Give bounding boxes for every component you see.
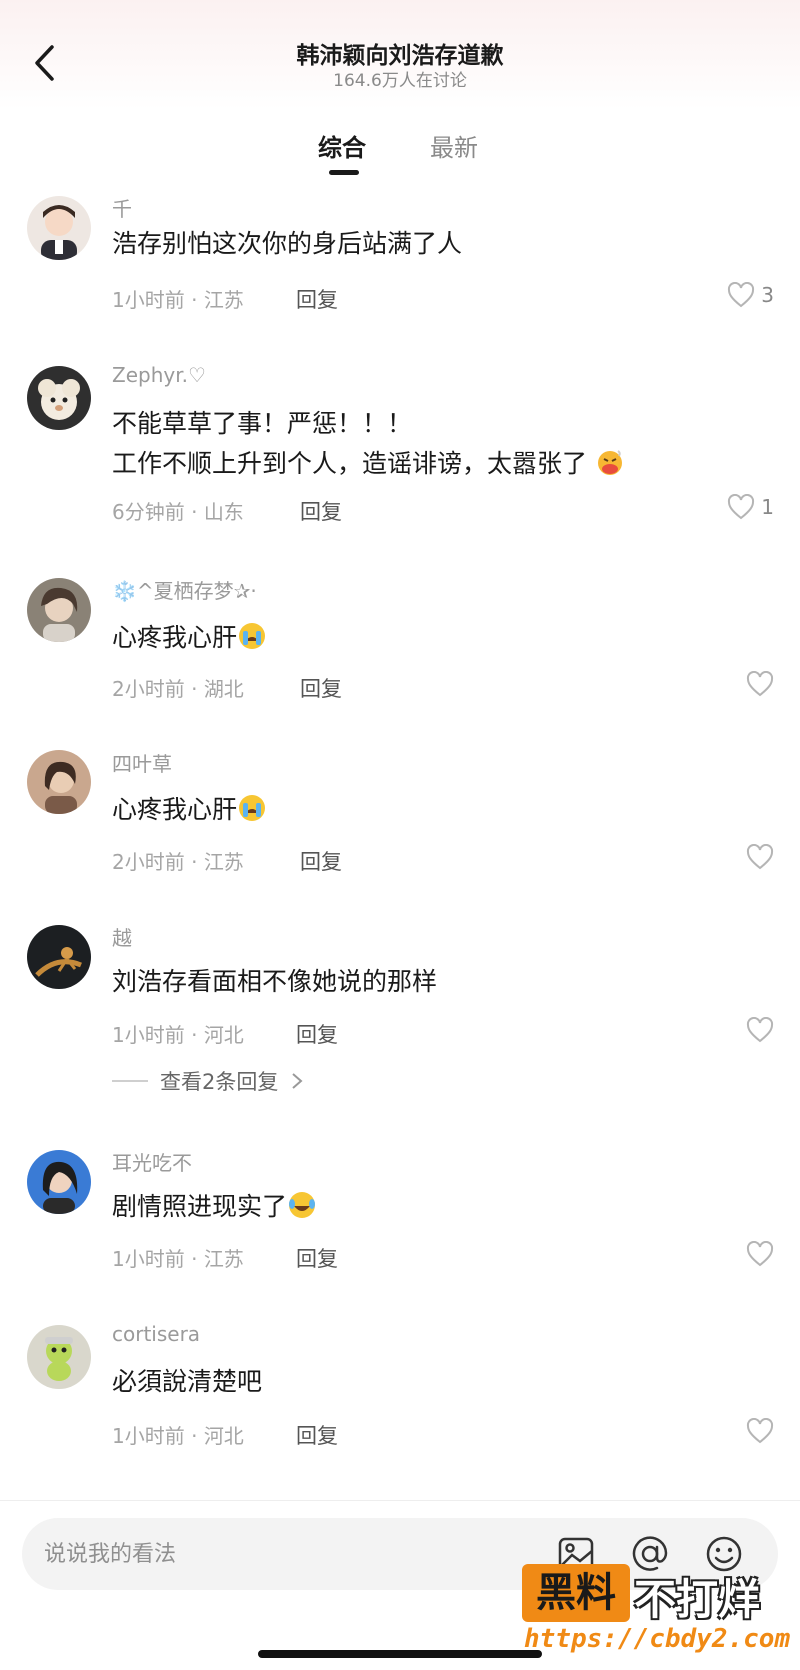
comment-username[interactable]: Zephyr.♡	[112, 363, 206, 387]
comment-text: 必須說清楚吧	[112, 1367, 263, 1396]
comment-username[interactable]: 千	[112, 193, 132, 222]
comment-username[interactable]: 耳光吃不	[112, 1147, 192, 1176]
crying-face-icon	[239, 795, 266, 821]
more-replies-label: 查看2条回复	[160, 1070, 279, 1094]
comment-meta: 1小时前 · 河北	[112, 1424, 244, 1448]
avatar[interactable]	[27, 578, 91, 642]
discussion-count: 164.6万人在讨论	[333, 71, 467, 91]
like-count: 3	[761, 283, 774, 307]
like-count: 1	[761, 495, 774, 519]
like-button[interactable]	[746, 844, 774, 870]
like-button[interactable]	[746, 671, 774, 697]
comment-username[interactable]: ❄️^夏栖存梦✰·	[112, 575, 257, 604]
crying-face-icon	[239, 623, 266, 649]
watermark-badge: 黑料	[522, 1564, 630, 1622]
like-button[interactable]	[746, 1017, 774, 1043]
watermark: 黑料 不打烊 https://cbdy2.com	[522, 1560, 792, 1660]
heart-icon	[746, 1017, 774, 1043]
heart-icon	[728, 494, 755, 520]
home-indicator[interactable]	[258, 1650, 542, 1658]
tears-of-joy-icon	[289, 1192, 316, 1218]
view-more-replies-button[interactable]: 查看2条回复	[112, 1066, 304, 1096]
like-button[interactable]: 3	[727, 282, 774, 308]
comment-username[interactable]: 越	[112, 922, 132, 951]
comment-username[interactable]: cortisera	[112, 1322, 200, 1346]
avatar[interactable]	[27, 1150, 91, 1214]
avatar[interactable]	[27, 1325, 91, 1389]
comment-meta: 1小时前 · 河北	[112, 1023, 244, 1047]
comment-meta: 2小时前 · 江苏	[112, 850, 244, 874]
comment-username[interactable]: 四叶草	[112, 748, 172, 777]
comment-meta: 1小时前 · 江苏	[112, 1247, 244, 1271]
like-button[interactable]	[746, 1418, 774, 1444]
comment-text: 心疼我心肝	[112, 790, 732, 830]
active-tab-indicator	[329, 170, 359, 175]
comment-input[interactable]	[22, 1518, 502, 1590]
comment-text: 剧情照进现实了	[112, 1187, 732, 1227]
reply-button[interactable]: 回复	[296, 1420, 338, 1450]
reply-button[interactable]: 回复	[296, 1243, 338, 1273]
face-with-steam-icon	[597, 450, 622, 475]
avatar[interactable]	[27, 750, 91, 814]
like-button[interactable]: 1	[727, 494, 774, 520]
header: 韩沛颖向刘浩存道歉 164.6万人在讨论	[0, 0, 800, 110]
input-divider	[0, 1500, 800, 1501]
avatar[interactable]	[27, 196, 91, 260]
heart-icon	[746, 671, 774, 697]
heart-icon	[746, 844, 774, 870]
comment-text: 刘浩存看面相不像她说的那样	[112, 967, 438, 996]
comment-text: 不能草草了事！严惩！！！ 工作不顺上升到个人，造谣诽谤，太嚣张了	[112, 404, 732, 484]
reply-button[interactable]: 回复	[296, 1019, 338, 1049]
avatar[interactable]	[27, 925, 91, 989]
tab-latest[interactable]: 最新	[430, 128, 478, 163]
heart-icon	[746, 1241, 774, 1267]
heart-icon	[728, 282, 755, 308]
watermark-text: 不打烊	[634, 1575, 761, 1624]
comment-text: 浩存别怕这次你的身后站满了人	[112, 229, 463, 258]
chevron-right-icon	[292, 1073, 303, 1089]
reply-button[interactable]: 回复	[296, 284, 338, 314]
comment-meta: 1小时前 · 江苏	[112, 288, 244, 312]
reply-button[interactable]: 回复	[300, 846, 342, 876]
comment-text: 心疼我心肝	[112, 618, 732, 658]
tab-bar: 综合 最新	[0, 128, 800, 178]
reply-button[interactable]: 回复	[300, 496, 342, 526]
comment-meta: 6分钟前 · 山东	[112, 500, 244, 524]
heart-icon	[746, 1418, 774, 1444]
page-title: 韩沛颖向刘浩存道歉	[296, 43, 504, 69]
watermark-url: https://cbdy2.com	[524, 1624, 791, 1654]
divider-dash	[112, 1080, 148, 1082]
tab-comprehensive[interactable]: 综合	[318, 128, 366, 163]
comment-meta: 2小时前 · 湖北	[112, 677, 244, 701]
reply-button[interactable]: 回复	[300, 673, 342, 703]
like-button[interactable]	[746, 1241, 774, 1267]
avatar[interactable]	[27, 366, 91, 430]
